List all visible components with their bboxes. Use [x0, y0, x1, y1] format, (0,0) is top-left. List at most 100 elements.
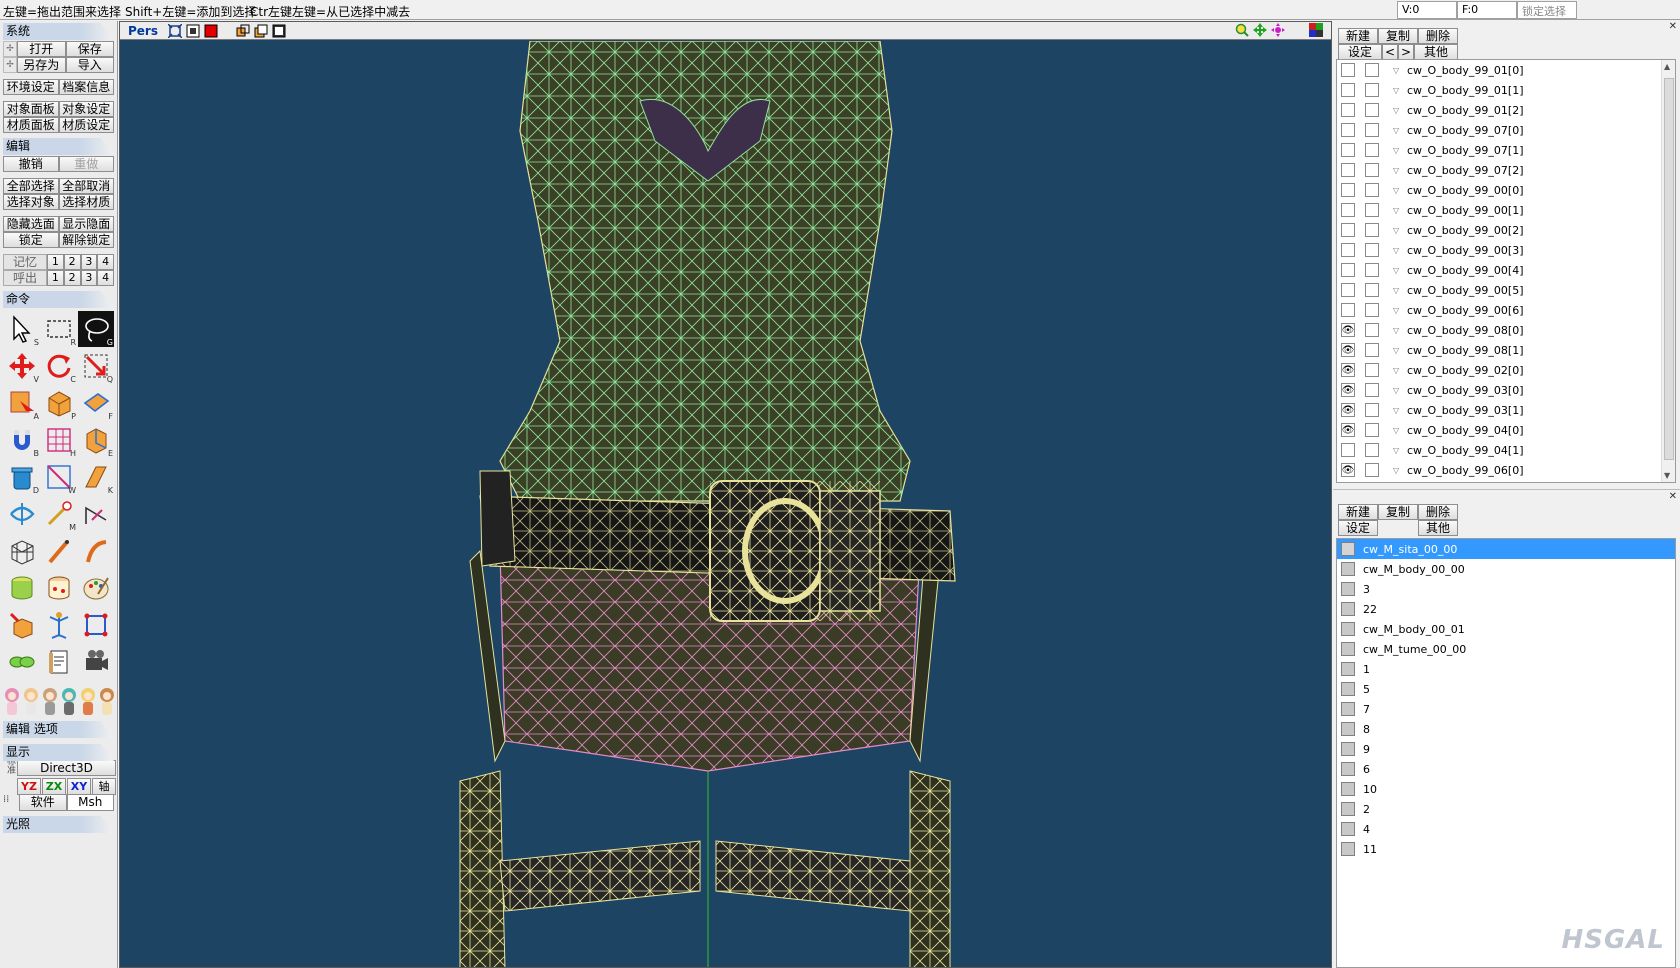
- material-row[interactable]: 6: [1337, 759, 1675, 779]
- tool-knife-button[interactable]: W: [41, 459, 77, 495]
- tool-cylinder-dots-button[interactable]: [41, 570, 77, 606]
- object-row[interactable]: ▽ cw_O_body_99_07[1]: [1337, 140, 1675, 160]
- view-zx-button[interactable]: ZX: [42, 777, 66, 795]
- expand-triangle-icon[interactable]: ▽: [1393, 246, 1403, 255]
- tool-box-arrow-button[interactable]: [4, 607, 40, 643]
- material-settings-button[interactable]: 材质设定: [58, 117, 114, 133]
- wire-mode-icon[interactable]: [186, 24, 200, 38]
- lock-toggle[interactable]: [1365, 343, 1379, 357]
- tool-scale-button[interactable]: Q: [78, 348, 114, 384]
- lock-toggle[interactable]: [1365, 423, 1379, 437]
- object-row[interactable]: ▽ cw_O_body_99_00[1]: [1337, 200, 1675, 220]
- tool-select-arrow-button[interactable]: S: [4, 311, 40, 347]
- object-row[interactable]: 👁 ▽ cw_O_body_99_03[0]: [1337, 380, 1675, 400]
- material-row[interactable]: 8: [1337, 719, 1675, 739]
- visibility-toggle[interactable]: [1341, 163, 1355, 177]
- object-row[interactable]: 👁 ▽ cw_O_body_99_03[1]: [1337, 400, 1675, 420]
- object-next-button[interactable]: >: [1398, 44, 1414, 60]
- lock-button[interactable]: 锁定: [3, 232, 59, 248]
- pan-icon[interactable]: [1253, 23, 1267, 37]
- recall-slot-4[interactable]: 4: [97, 270, 114, 286]
- material-new-button[interactable]: 新建: [1338, 504, 1378, 520]
- shade-mode-icon[interactable]: [204, 24, 218, 38]
- eye-icon[interactable]: 👁: [1341, 383, 1355, 397]
- view-xy-button[interactable]: XY: [67, 777, 91, 795]
- object-settings-button[interactable]: 设定: [1338, 44, 1382, 60]
- layer-mode-icon[interactable]: [254, 24, 268, 38]
- tool-lasso-select-button[interactable]: G: [78, 311, 114, 347]
- lock-toggle[interactable]: [1365, 383, 1379, 397]
- lock-toggle[interactable]: [1365, 143, 1379, 157]
- view-yz-button[interactable]: YZ: [17, 777, 41, 795]
- msh-render-button[interactable]: Msh: [66, 794, 114, 811]
- object-row[interactable]: ▽ cw_O_body_99_01[2]: [1337, 100, 1675, 120]
- import-button[interactable]: 导入: [65, 57, 114, 73]
- character-icon[interactable]: [60, 682, 78, 716]
- memory-slot-4[interactable]: 4: [97, 254, 114, 270]
- object-panel-button[interactable]: 对象面板: [3, 101, 59, 117]
- lock-toggle[interactable]: [1365, 303, 1379, 317]
- section-command[interactable]: 命令: [3, 291, 114, 308]
- expand-triangle-icon[interactable]: ▽: [1393, 466, 1403, 475]
- recall-slot-3[interactable]: 3: [80, 270, 98, 286]
- visibility-toggle[interactable]: [1341, 443, 1355, 457]
- lock-toggle[interactable]: [1365, 223, 1379, 237]
- material-row[interactable]: 3: [1337, 579, 1675, 599]
- select-material-button[interactable]: 选择材质: [58, 194, 114, 210]
- expand-triangle-icon[interactable]: ▽: [1393, 226, 1403, 235]
- renderer-select[interactable]: Direct3D: [17, 759, 116, 776]
- tool-magnet-button[interactable]: B: [4, 422, 40, 458]
- visibility-toggle[interactable]: [1341, 103, 1355, 117]
- rotate-view-icon[interactable]: [1271, 23, 1285, 37]
- lock-toggle[interactable]: [1365, 403, 1379, 417]
- material-row[interactable]: 10: [1337, 779, 1675, 799]
- expand-triangle-icon[interactable]: ▽: [1393, 266, 1403, 275]
- object-mode-icon[interactable]: [236, 24, 250, 38]
- expand-triangle-icon[interactable]: ▽: [1393, 286, 1403, 295]
- eye-icon[interactable]: 👁: [1341, 403, 1355, 417]
- object-row[interactable]: 👁 ▽ cw_O_body_99_08[0]: [1337, 320, 1675, 340]
- undo-button[interactable]: 撤销: [3, 156, 59, 172]
- expand-triangle-icon[interactable]: ▽: [1393, 106, 1403, 115]
- object-prev-button[interactable]: <: [1382, 44, 1398, 60]
- visibility-toggle[interactable]: [1341, 303, 1355, 317]
- lock-toggle[interactable]: [1365, 283, 1379, 297]
- tool-cylinder-button[interactable]: [4, 570, 40, 606]
- object-row[interactable]: 👁 ▽ cw_O_body_99_02[0]: [1337, 360, 1675, 380]
- expand-triangle-icon[interactable]: ▽: [1393, 206, 1403, 215]
- saveas-button[interactable]: 另存为: [17, 57, 66, 73]
- material-panel-button[interactable]: 材质面板: [3, 117, 59, 133]
- expand-triangle-icon[interactable]: ▽: [1393, 426, 1403, 435]
- tool-delete-bin-button[interactable]: D: [4, 459, 40, 495]
- expand-triangle-icon[interactable]: ▽: [1393, 166, 1403, 175]
- object-row[interactable]: 👁 ▽ cw_O_body_99_08[1]: [1337, 340, 1675, 360]
- object-row[interactable]: ▽ cw_O_body_99_00[2]: [1337, 220, 1675, 240]
- eye-icon[interactable]: 👁: [1341, 463, 1355, 477]
- material-row[interactable]: cw_M_body_00_00: [1337, 559, 1675, 579]
- material-row[interactable]: 22: [1337, 599, 1675, 619]
- lock-toggle[interactable]: [1365, 103, 1379, 117]
- object-delete-button[interactable]: 删除: [1418, 28, 1458, 44]
- scroll-down-icon[interactable]: ▼: [1664, 471, 1670, 480]
- tool-rotate-button[interactable]: C: [41, 348, 77, 384]
- visibility-toggle[interactable]: [1341, 183, 1355, 197]
- lock-selection-button[interactable]: 锁定选择: [1517, 1, 1577, 19]
- zoom-icon[interactable]: [1235, 23, 1249, 37]
- visibility-toggle[interactable]: [1341, 83, 1355, 97]
- lock-toggle[interactable]: [1365, 443, 1379, 457]
- memory-slot-3[interactable]: 3: [80, 254, 98, 270]
- eye-icon[interactable]: 👁: [1341, 423, 1355, 437]
- eye-icon[interactable]: 👁: [1341, 363, 1355, 377]
- object-row[interactable]: 👁 ▽ cw_O_body_99_04[0]: [1337, 420, 1675, 440]
- material-row[interactable]: 11: [1337, 839, 1675, 859]
- tool-line-pen-button[interactable]: [41, 533, 77, 569]
- expand-triangle-icon[interactable]: ▽: [1393, 326, 1403, 335]
- expand-triangle-icon[interactable]: ▽: [1393, 66, 1403, 75]
- object-copy-button[interactable]: 复制: [1378, 28, 1418, 44]
- object-row[interactable]: 👁 ▽ cw_O_body_99_06[0]: [1337, 460, 1675, 480]
- lock-toggle[interactable]: [1365, 463, 1379, 477]
- section-edit-options[interactable]: 编辑 选项: [3, 721, 114, 738]
- projection-mode-label[interactable]: Pers: [128, 24, 158, 38]
- select-object-button[interactable]: 选择对象: [3, 194, 59, 210]
- object-row[interactable]: ▽ cw_O_body_99_07[0]: [1337, 120, 1675, 140]
